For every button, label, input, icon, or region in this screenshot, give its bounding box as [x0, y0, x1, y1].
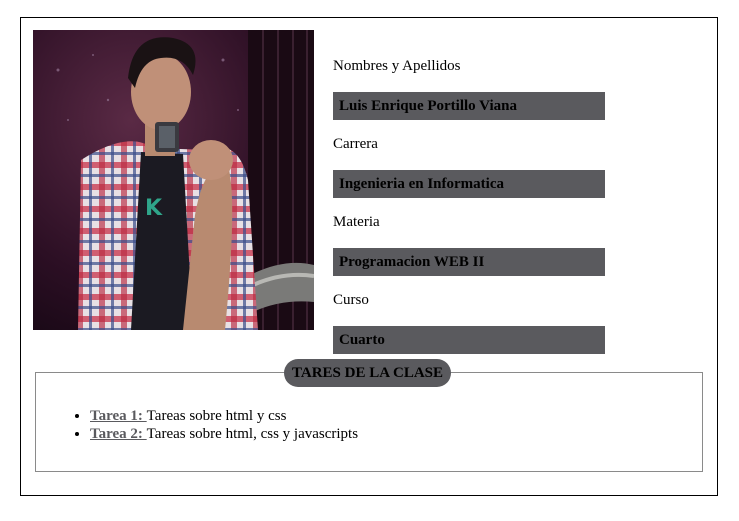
task-2-link[interactable]: Tarea 2:	[90, 426, 147, 442]
name-label: Nombres y Apellidos	[333, 58, 461, 74]
tasks-title: TARES DE LA CLASE	[284, 359, 452, 387]
profile-card: K Nombres y Apellidos Luis Enrique Porti…	[20, 17, 718, 496]
career-value: Ingenieria en Informatica	[333, 170, 605, 198]
subject-label: Materia	[333, 214, 380, 230]
task-1-text: Tareas sobre html y css	[146, 408, 287, 424]
course-value: Cuarto	[333, 326, 605, 354]
profile-photo: K	[33, 30, 314, 330]
name-value: Luis Enrique Portillo Viana	[333, 92, 605, 120]
subject-value: Programacion WEB II	[333, 248, 605, 276]
list-item: Tarea 1: Tareas sobre html y css	[90, 407, 358, 425]
svg-text:K: K	[145, 196, 163, 221]
task-2-text: Tareas sobre html, css y javascripts	[146, 426, 359, 442]
task-list: Tarea 1: Tareas sobre html y css Tarea 2…	[36, 407, 358, 443]
list-item: Tarea 2: Tareas sobre html, css y javasc…	[90, 425, 358, 443]
tasks-fieldset: TARES DE LA CLASE Tarea 1: Tareas sobre …	[35, 359, 703, 472]
task-1-link[interactable]: Tarea 1:	[90, 408, 147, 424]
course-label: Curso	[333, 292, 369, 308]
career-label: Carrera	[333, 136, 378, 152]
